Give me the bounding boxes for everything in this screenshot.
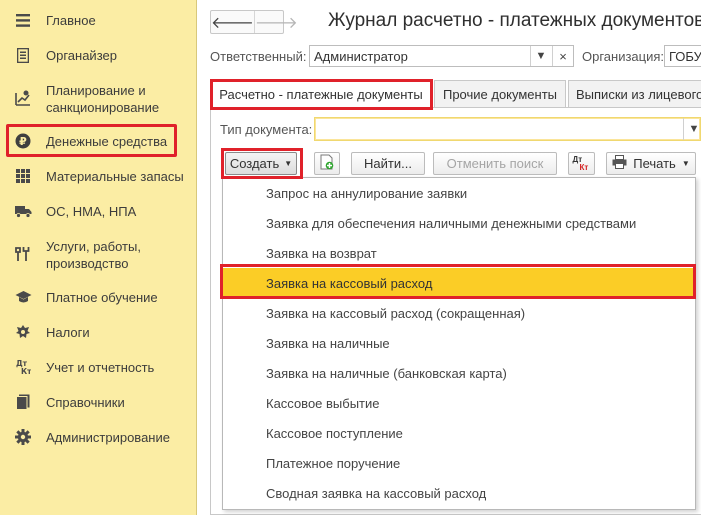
organization-label: Организация: bbox=[582, 49, 665, 64]
sidebar-item-label-line1: Планирование и bbox=[46, 83, 146, 98]
sidebar-item-label: Справочники bbox=[46, 395, 125, 410]
sidebar-item-label: Администрирование bbox=[46, 430, 170, 445]
planning-icon bbox=[14, 89, 32, 107]
sidebar-item-references[interactable]: Справочники bbox=[0, 393, 197, 413]
tab-label: Прочие документы bbox=[442, 87, 558, 102]
sidebar-item-fixed-assets[interactable]: ОС, НМА, НПА bbox=[0, 202, 197, 222]
menu-item-label: Заявка для обеспечения наличными денежны… bbox=[266, 215, 637, 231]
menu-item-label: Платежное поручение bbox=[266, 455, 401, 471]
menu-item-cash-outflow[interactable]: Кассовое выбытие bbox=[223, 388, 695, 418]
graduation-cap-icon bbox=[14, 288, 32, 306]
sidebar-item-main[interactable]: Главное bbox=[0, 11, 197, 31]
sidebar-item-administration[interactable]: Администрирование bbox=[0, 428, 197, 448]
menu-item-cash-inflow[interactable]: Кассовое поступление bbox=[223, 418, 695, 448]
sidebar-item-label: Учет и отчетность bbox=[46, 360, 155, 375]
sidebar-item-label: Органайзер bbox=[46, 48, 117, 63]
find-button[interactable]: Найти... bbox=[351, 152, 425, 175]
menu-item-label: Заявка на наличные (банковская карта) bbox=[266, 365, 507, 381]
doc-type-label: Тип документа: bbox=[220, 122, 313, 137]
books-icon bbox=[14, 393, 32, 411]
responsible-label: Ответственный: bbox=[210, 49, 307, 64]
menu-item-label: Сводная заявка на кассовый расход bbox=[266, 485, 487, 501]
sidebar-item-accounting[interactable]: Дт Кт Учет и отчетность bbox=[0, 358, 197, 378]
sidebar-item-organizer[interactable]: Органайзер bbox=[0, 46, 197, 66]
sidebar-item-services[interactable]: Услуги, работы, производство bbox=[0, 237, 197, 273]
menu-item-cash-request[interactable]: Заявка для обеспечения наличными денежны… bbox=[223, 208, 695, 238]
menu-item-label: Запрос на аннулирование заявки bbox=[266, 185, 468, 201]
navigation-buttons: 🡐 🡒 bbox=[210, 10, 298, 34]
gear-icon bbox=[14, 428, 32, 446]
dropdown-arrow-icon[interactable]: ▼ bbox=[530, 46, 551, 66]
sidebar-item-planning[interactable]: Планирование и санкционирование bbox=[0, 81, 197, 117]
truck-icon bbox=[14, 202, 32, 220]
grid-icon bbox=[14, 167, 32, 185]
main-content: 🡐 🡒 Журнал расчетно - платежных документ… bbox=[198, 0, 701, 515]
sidebar-item-label-line2: производство bbox=[46, 256, 129, 271]
organization-field[interactable]: ГОБУ bbox=[664, 45, 701, 67]
forward-button[interactable]: 🡒 bbox=[253, 11, 298, 33]
arrow-right-icon: 🡒 bbox=[254, 14, 298, 32]
sidebar: Главное Органайзер Планирование и санкци… bbox=[0, 0, 197, 515]
create-dropdown-menu: Запрос на аннулирование заявки Заявка дл… bbox=[222, 177, 696, 510]
cancel-search-label: Отменить поиск bbox=[446, 156, 544, 171]
create-highlight-frame bbox=[221, 148, 303, 179]
menu-item-summary-cash-expense[interactable]: Сводная заявка на кассовый расход bbox=[223, 478, 695, 508]
debit-credit-button[interactable]: Дт Кт bbox=[568, 152, 595, 175]
sidebar-item-taxes[interactable]: Налоги bbox=[0, 323, 197, 343]
menu-item-cancel-request[interactable]: Запрос на аннулирование заявки bbox=[223, 178, 695, 208]
printer-icon bbox=[612, 155, 627, 172]
tab-account-statements[interactable]: Выписки из лицевого bbox=[568, 80, 701, 108]
back-button[interactable]: 🡐 bbox=[211, 11, 254, 33]
money-highlight-frame bbox=[6, 124, 177, 157]
menu-item-payment-order[interactable]: Платежное поручение bbox=[223, 448, 695, 478]
menu-item-label: Заявка на наличные bbox=[266, 335, 390, 351]
menu-item-cash-withdrawal-card[interactable]: Заявка на наличные (банковская карта) bbox=[223, 358, 695, 388]
doc-type-field[interactable]: ▼ bbox=[314, 117, 701, 141]
sidebar-item-materials[interactable]: Материальные запасы bbox=[0, 167, 197, 187]
tab-label: Выписки из лицевого bbox=[576, 87, 701, 102]
dropdown-arrow-icon[interactable]: ▼ bbox=[683, 118, 701, 140]
notebook-icon bbox=[14, 46, 32, 64]
debit-credit-icon: Дт Кт bbox=[14, 358, 32, 376]
sidebar-item-education[interactable]: Платное обучение bbox=[0, 288, 197, 308]
tools-icon bbox=[14, 245, 32, 263]
organization-value: ГОБУ bbox=[669, 48, 701, 64]
menu-icon bbox=[14, 11, 32, 29]
print-button-label: Печать bbox=[633, 156, 676, 171]
menu-item-highlight-frame bbox=[220, 264, 696, 299]
add-copy-button[interactable] bbox=[314, 152, 340, 175]
arrow-left-icon: 🡐 bbox=[211, 14, 254, 32]
sidebar-item-label-line1: Услуги, работы, bbox=[46, 239, 141, 254]
svg-text:Кт: Кт bbox=[21, 367, 31, 375]
cancel-search-button[interactable]: Отменить поиск bbox=[433, 152, 557, 175]
kt-label: Кт bbox=[579, 162, 589, 172]
tab-highlight-frame bbox=[210, 79, 433, 110]
find-button-label: Найти... bbox=[364, 156, 412, 171]
menu-item-label: Кассовое выбытие bbox=[266, 395, 380, 411]
menu-item-label: Заявка на кассовый расход (сокращенная) bbox=[266, 305, 526, 321]
responsible-field[interactable]: Администратор ▼ × bbox=[309, 45, 574, 67]
add-document-icon bbox=[320, 154, 334, 173]
debit-credit-icon: Дт Кт bbox=[572, 155, 592, 173]
responsible-value: Администратор bbox=[314, 48, 408, 64]
menu-item-label: Заявка на возврат bbox=[266, 245, 377, 261]
menu-item-cash-withdrawal[interactable]: Заявка на наличные bbox=[223, 328, 695, 358]
sidebar-item-label: Налоги bbox=[46, 325, 90, 340]
chevron-down-icon: ▼ bbox=[681, 159, 690, 168]
sidebar-item-label: Платное обучение bbox=[46, 290, 158, 305]
menu-item-cash-expense-short[interactable]: Заявка на кассовый расход (сокращенная) bbox=[223, 298, 695, 328]
page-title: Журнал расчетно - платежных документов bbox=[328, 10, 701, 31]
print-button[interactable]: Печать ▼ bbox=[606, 152, 696, 175]
sidebar-item-label-line2: санкционирование bbox=[46, 100, 160, 115]
sidebar-item-label: Главное bbox=[46, 13, 96, 28]
menu-item-label: Кассовое поступление bbox=[266, 425, 403, 441]
tab-other-documents[interactable]: Прочие документы bbox=[434, 80, 566, 108]
sidebar-item-label: Материальные запасы bbox=[46, 169, 184, 184]
sidebar-item-label: ОС, НМА, НПА bbox=[46, 204, 137, 219]
emblem-icon bbox=[14, 323, 32, 341]
clear-icon[interactable]: × bbox=[552, 46, 573, 66]
